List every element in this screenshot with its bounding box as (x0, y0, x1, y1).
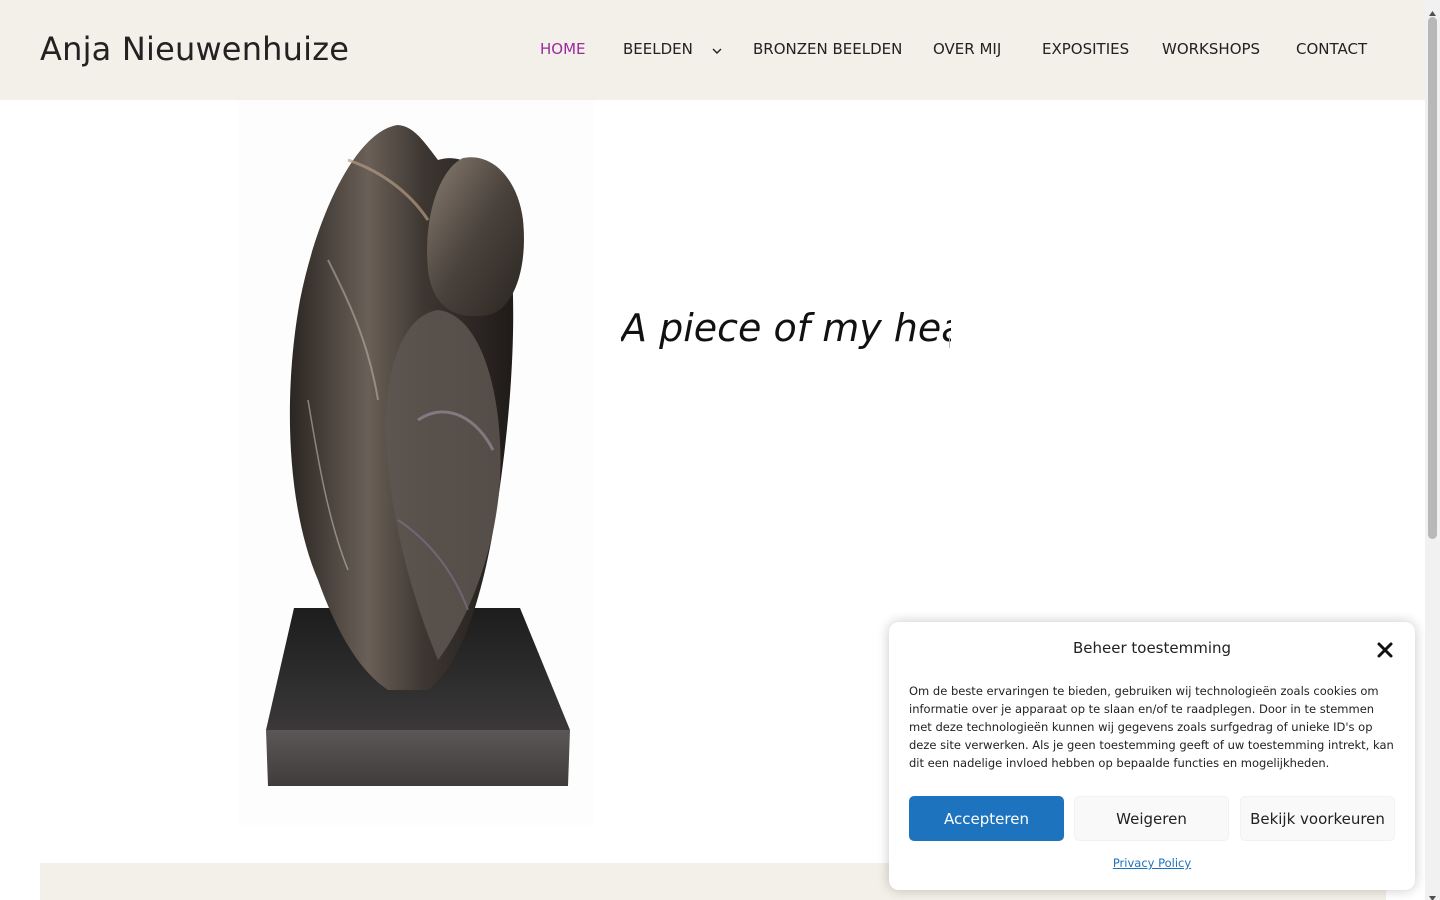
nav-item-over-mij[interactable]: OVER MIJ (933, 40, 1001, 58)
nav-item-workshops[interactable]: WORKSHOPS (1162, 40, 1260, 58)
nav-item-home[interactable]: HOME (540, 40, 586, 58)
text-cursor (949, 336, 950, 348)
cookie-body: Om de beste ervaringen te bieden, gebrui… (909, 684, 1394, 770)
view-preferences-button[interactable]: Bekijk voorkeuren (1240, 796, 1395, 841)
nav-item-bronzen-beelden[interactable]: BRONZEN BEELDEN (753, 40, 902, 58)
cookie-consent-dialog: Beheer toestemming Om de beste ervaringe… (889, 622, 1415, 890)
chevron-down-icon (712, 41, 722, 59)
nav-item-beelden-label: BEELDEN (623, 40, 693, 58)
site-title[interactable]: Anja Nieuwenhuize (40, 30, 349, 68)
scroll-down-icon[interactable] (1428, 888, 1437, 900)
nav-item-contact[interactable]: CONTACT (1296, 40, 1367, 58)
nav-item-exposities[interactable]: EXPOSITIES (1042, 40, 1129, 58)
deny-button[interactable]: Weigeren (1074, 796, 1229, 841)
site-header: Anja Nieuwenhuize HOME BEELDEN BRONZEN B… (0, 0, 1425, 100)
scrollbar[interactable] (1425, 0, 1440, 900)
scrollbar-thumb[interactable] (1428, 17, 1437, 539)
cookie-title: Beheer toestemming (1072, 639, 1232, 657)
accept-button[interactable]: Accepteren (909, 796, 1064, 841)
close-icon[interactable] (1375, 640, 1395, 660)
hero-text: A piece of my heart (621, 306, 951, 350)
scroll-up-icon[interactable] (1428, 3, 1437, 16)
nav-item-beelden[interactable]: BEELDEN (623, 40, 722, 59)
sculpture-image (238, 100, 594, 825)
privacy-policy-link[interactable]: Privacy Policy (889, 856, 1415, 870)
